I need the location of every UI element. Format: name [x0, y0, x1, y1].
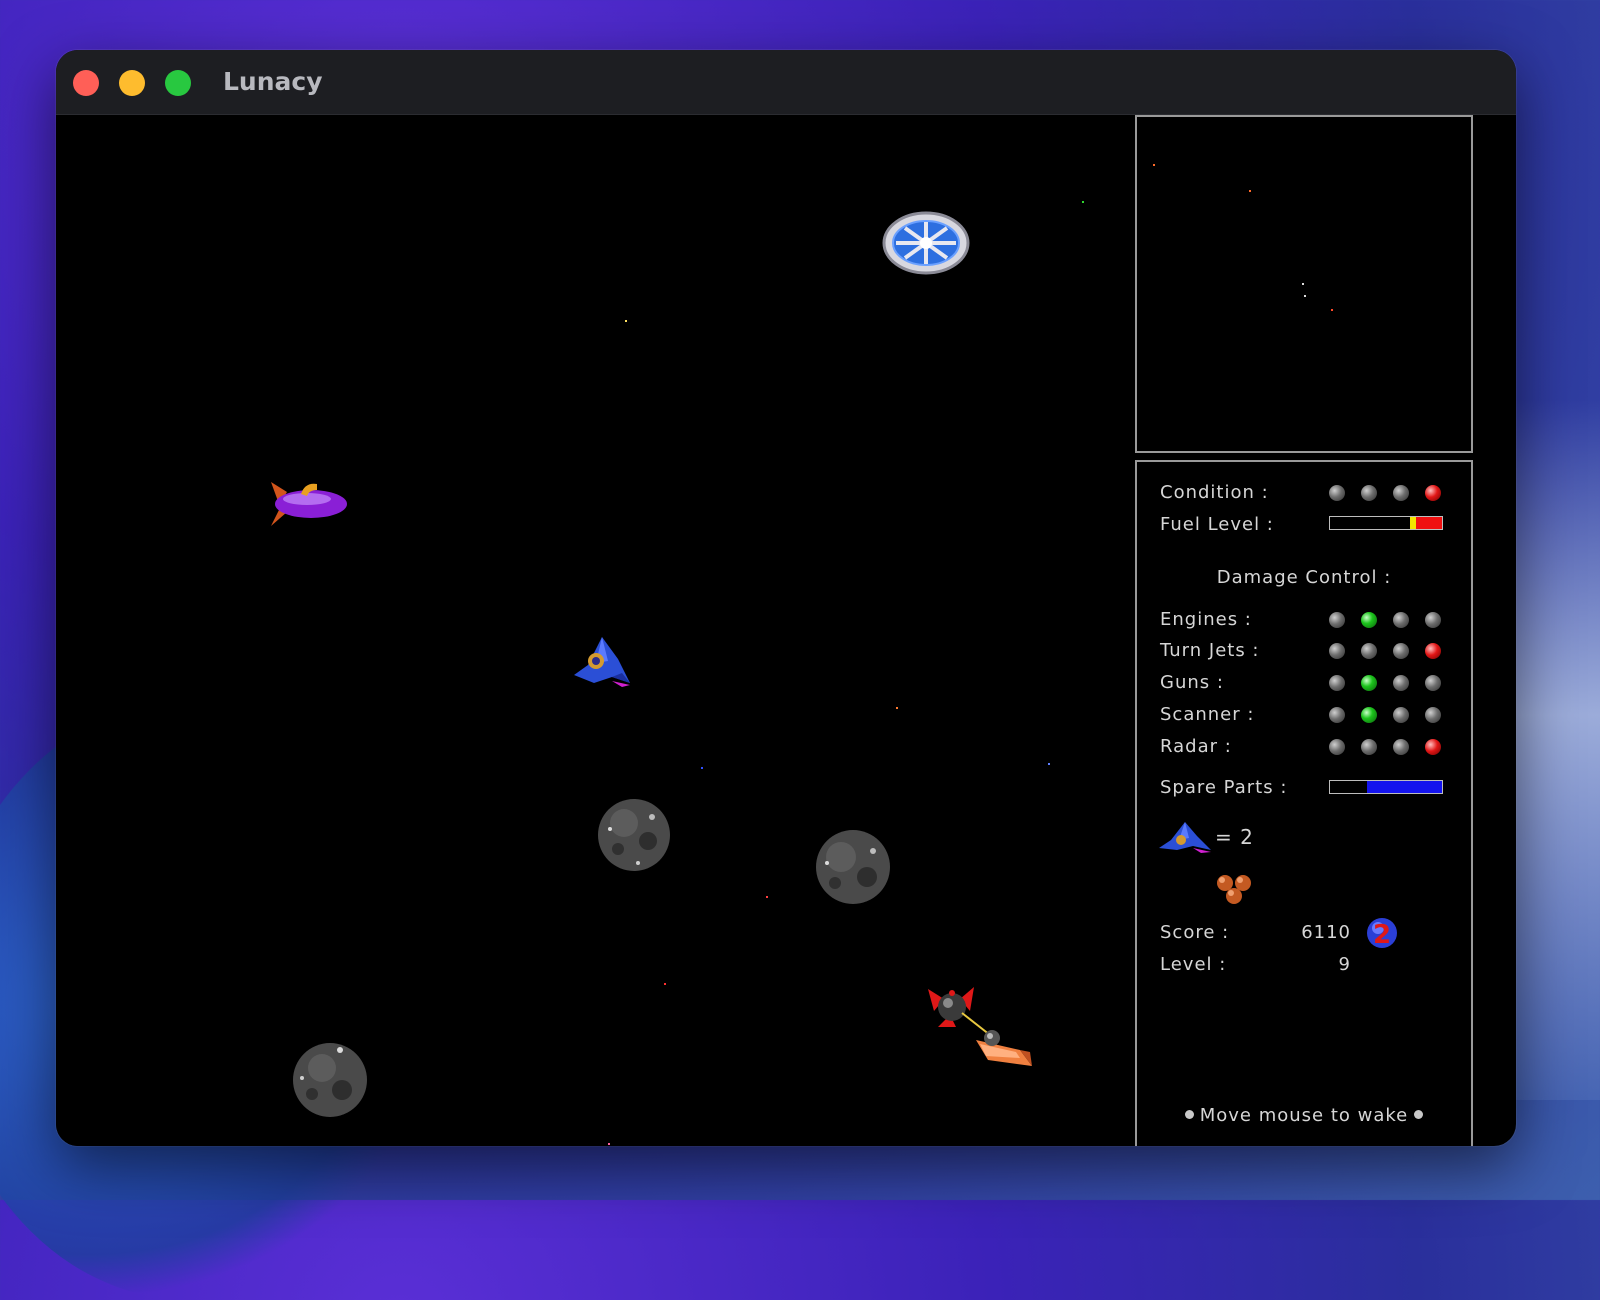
- radar-light: [1425, 739, 1441, 755]
- engines-light: [1393, 612, 1409, 628]
- radar-display: [1135, 115, 1473, 453]
- orange-tug-enemy: [976, 1030, 1032, 1066]
- asteroid: [598, 799, 670, 871]
- svg-text:2: 2: [1373, 920, 1391, 950]
- engines-light: [1425, 612, 1441, 628]
- radar-label: Radar :: [1160, 736, 1232, 757]
- guns-light: [1361, 675, 1377, 691]
- guns-lights: [1329, 675, 1449, 693]
- guns-light: [1393, 675, 1409, 691]
- fuel-level-label: Fuel Level :: [1160, 514, 1274, 535]
- turn-jets-light: [1393, 643, 1409, 659]
- player-ship-icon: [574, 637, 630, 687]
- bonus-2-icon: 2: [1367, 918, 1397, 950]
- condition-light: [1329, 485, 1345, 501]
- scanner-light: [1361, 707, 1377, 723]
- fuel-level-gauge: [1329, 516, 1443, 530]
- scanner-light: [1393, 707, 1409, 723]
- guns-light: [1329, 675, 1345, 691]
- radar-blip: [1249, 190, 1251, 192]
- turn-jets-light: [1425, 643, 1441, 659]
- enemy-purple-ship: [271, 482, 347, 526]
- scanner-light: [1425, 707, 1441, 723]
- game-playfield[interactable]: [56, 115, 1134, 1146]
- tow-line: [961, 1012, 991, 1036]
- damage-control-title: Damage Control :: [1216, 567, 1392, 588]
- turn-jets-lights: [1329, 643, 1449, 661]
- radar-blips: [1153, 164, 1333, 311]
- radar-light: [1393, 739, 1409, 755]
- wake-message-text: Move mouse to wake: [1199, 1105, 1409, 1126]
- condition-light: [1361, 485, 1377, 501]
- guns-label: Guns :: [1160, 672, 1224, 693]
- spare-parts-label: Spare Parts :: [1160, 777, 1288, 798]
- radar-light: [1361, 739, 1377, 755]
- bullet-dot: [1184, 1110, 1194, 1119]
- condition-light: [1425, 485, 1441, 501]
- minimize-window-button[interactable]: [119, 70, 145, 96]
- condition-light: [1393, 485, 1409, 501]
- turn-jets-light: [1361, 643, 1377, 659]
- stars: [608, 201, 1084, 1145]
- level-value: 9: [1338, 954, 1351, 975]
- condition-label: Condition :: [1160, 482, 1269, 503]
- status-panel: Condition : Fuel Level : Damage Control …: [1135, 460, 1473, 1146]
- title-bar[interactable]: Lunacy: [56, 50, 1516, 115]
- bomb-cluster-icon: [1217, 875, 1251, 904]
- engines-light: [1361, 612, 1377, 628]
- ships-remaining: = 2: [1215, 825, 1254, 849]
- asteroid: [293, 1043, 367, 1117]
- spare-parts-fill: [1366, 781, 1442, 793]
- level-label: Level :: [1160, 954, 1227, 975]
- radar-blip: [1302, 283, 1304, 285]
- score-value: 6110: [1301, 922, 1351, 943]
- red-mine-enemy: [928, 987, 974, 1027]
- fuel-level-fill: [1416, 517, 1442, 529]
- scanner-lights: [1329, 707, 1449, 725]
- maximize-window-button[interactable]: [165, 70, 191, 96]
- radar-blip: [1304, 295, 1306, 297]
- window-title: Lunacy: [223, 67, 323, 96]
- radar-blip: [1331, 309, 1333, 311]
- guns-light: [1425, 675, 1441, 691]
- score-label: Score :: [1160, 922, 1230, 943]
- condition-lights: [1329, 485, 1449, 503]
- engines-light: [1329, 612, 1345, 628]
- game-window: Lunacy Condition: Fuel Level: Damage C…: [56, 50, 1516, 1146]
- engines-lights: [1329, 612, 1449, 630]
- asteroid: [816, 830, 890, 904]
- engines-label: Engines :: [1160, 609, 1252, 630]
- scanner-label: Scanner :: [1160, 704, 1255, 725]
- scanner-light: [1329, 707, 1345, 723]
- turn-jets-label: Turn Jets :: [1160, 640, 1260, 661]
- radar-light: [1329, 739, 1345, 755]
- close-window-button[interactable]: [73, 70, 99, 96]
- radar-blip: [1153, 164, 1155, 166]
- space-station-icon: [882, 211, 970, 275]
- bullet-dot: [1414, 1110, 1424, 1119]
- player-ship-icon: [1159, 822, 1211, 853]
- turn-jets-light: [1329, 643, 1345, 659]
- radar-lights: [1329, 739, 1449, 757]
- spare-parts-gauge: [1329, 780, 1443, 794]
- wake-message: Move mouse to wake: [1137, 1105, 1471, 1126]
